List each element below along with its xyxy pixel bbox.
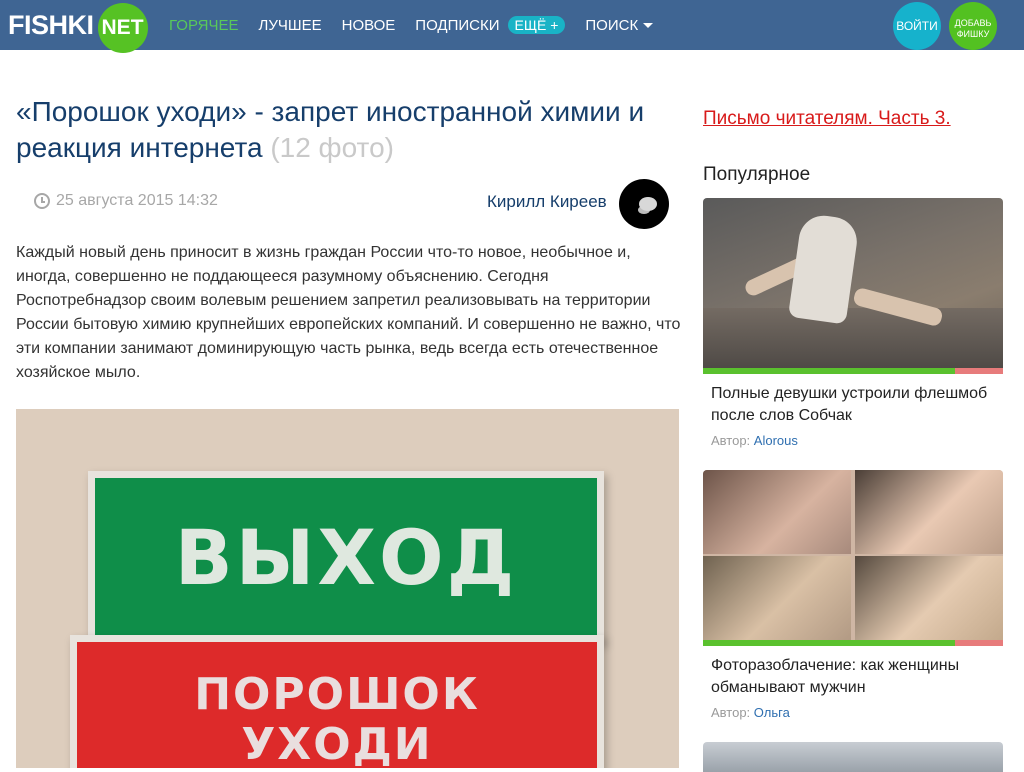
powder-sign-line1: ПОРОШОК [194, 669, 480, 720]
site-logo[interactable]: FISHKI NET [8, 3, 148, 53]
article-main-image[interactable]: ВЫХОД ПОРОШОК УХОДИ [16, 409, 679, 768]
card-title[interactable]: Фоторазоблачение: как женщины обманывают… [711, 655, 995, 699]
nav-search[interactable]: ПОИСК [585, 16, 654, 34]
card-author-prefix: Автор: [711, 433, 751, 448]
chevron-down-icon [643, 22, 654, 28]
popular-card[interactable]: Полные девушки устроили флешмоб после сл… [703, 198, 1003, 448]
login-button[interactable]: ВОЙТИ [893, 2, 941, 50]
card-thumbnail[interactable] [703, 470, 1003, 640]
main-nav: ГОРЯЧЕЕ ЛУЧШЕЕ НОВОЕ ПОДПИСКИ ЕЩЁ + ПОИС… [169, 0, 654, 50]
exit-sign: ВЫХОД [88, 471, 604, 643]
nav-new[interactable]: НОВОЕ [342, 17, 396, 34]
logo-text: FISHKI [8, 9, 94, 40]
card-thumbnail[interactable] [703, 198, 1003, 368]
exit-sign-text: ВЫХОД [174, 512, 518, 602]
logo-net-badge: NET [97, 3, 148, 53]
rating-bar [703, 368, 1003, 374]
article-title: «Порошок уходи» - запрет иностранной хим… [16, 94, 681, 166]
popular-heading: Популярное [703, 164, 811, 185]
article-body: Каждый новый день приносит в жизнь гражд… [16, 244, 681, 381]
powder-sign: ПОРОШОК УХОДИ [70, 635, 604, 768]
popular-card[interactable]: Фоторазоблачение: как женщины обманывают… [703, 470, 1003, 720]
nav-more-button[interactable]: ЕЩЁ + [507, 16, 566, 34]
article-date: 25 августа 2015 14:32 [34, 192, 218, 210]
article-date-text: 25 августа 2015 14:32 [56, 192, 218, 209]
add-post-label-line2: ФИШКУ [956, 29, 990, 39]
card-author-link[interactable]: Ольга [754, 705, 790, 720]
add-post-label-line1: ДОБАВЬ [954, 18, 992, 28]
photo-count: (12 фото) [270, 132, 394, 163]
nav-search-label: ПОИСК [585, 16, 639, 34]
avatar[interactable] [619, 179, 669, 229]
card-title[interactable]: Полные девушки устроили флешмоб после сл… [711, 383, 995, 427]
card-author: Автор: Ольга [711, 705, 995, 720]
author-link[interactable]: Кирилл Киреев [487, 192, 607, 212]
card-author-prefix: Автор: [711, 705, 751, 720]
nav-subscriptions[interactable]: ПОДПИСКИ [415, 17, 499, 34]
top-navigation-bar: FISHKI NET ГОРЯЧЕЕ ЛУЧШЕЕ НОВОЕ ПОДПИСКИ… [0, 0, 1024, 53]
powder-sign-line2: УХОДИ [241, 719, 433, 769]
rating-bar [703, 640, 1003, 646]
clock-icon [34, 193, 50, 209]
nav-hot[interactable]: ГОРЯЧЕЕ [169, 17, 238, 34]
letter-to-readers-link[interactable]: Письмо читателям. Часть 3. [703, 108, 951, 130]
card-author-link[interactable]: Alorous [754, 433, 798, 448]
card-author: Автор: Alorous [711, 433, 995, 448]
add-post-button[interactable]: ДОБАВЬ ФИШКУ [949, 2, 997, 50]
nav-best[interactable]: ЛУЧШЕЕ [258, 17, 321, 34]
